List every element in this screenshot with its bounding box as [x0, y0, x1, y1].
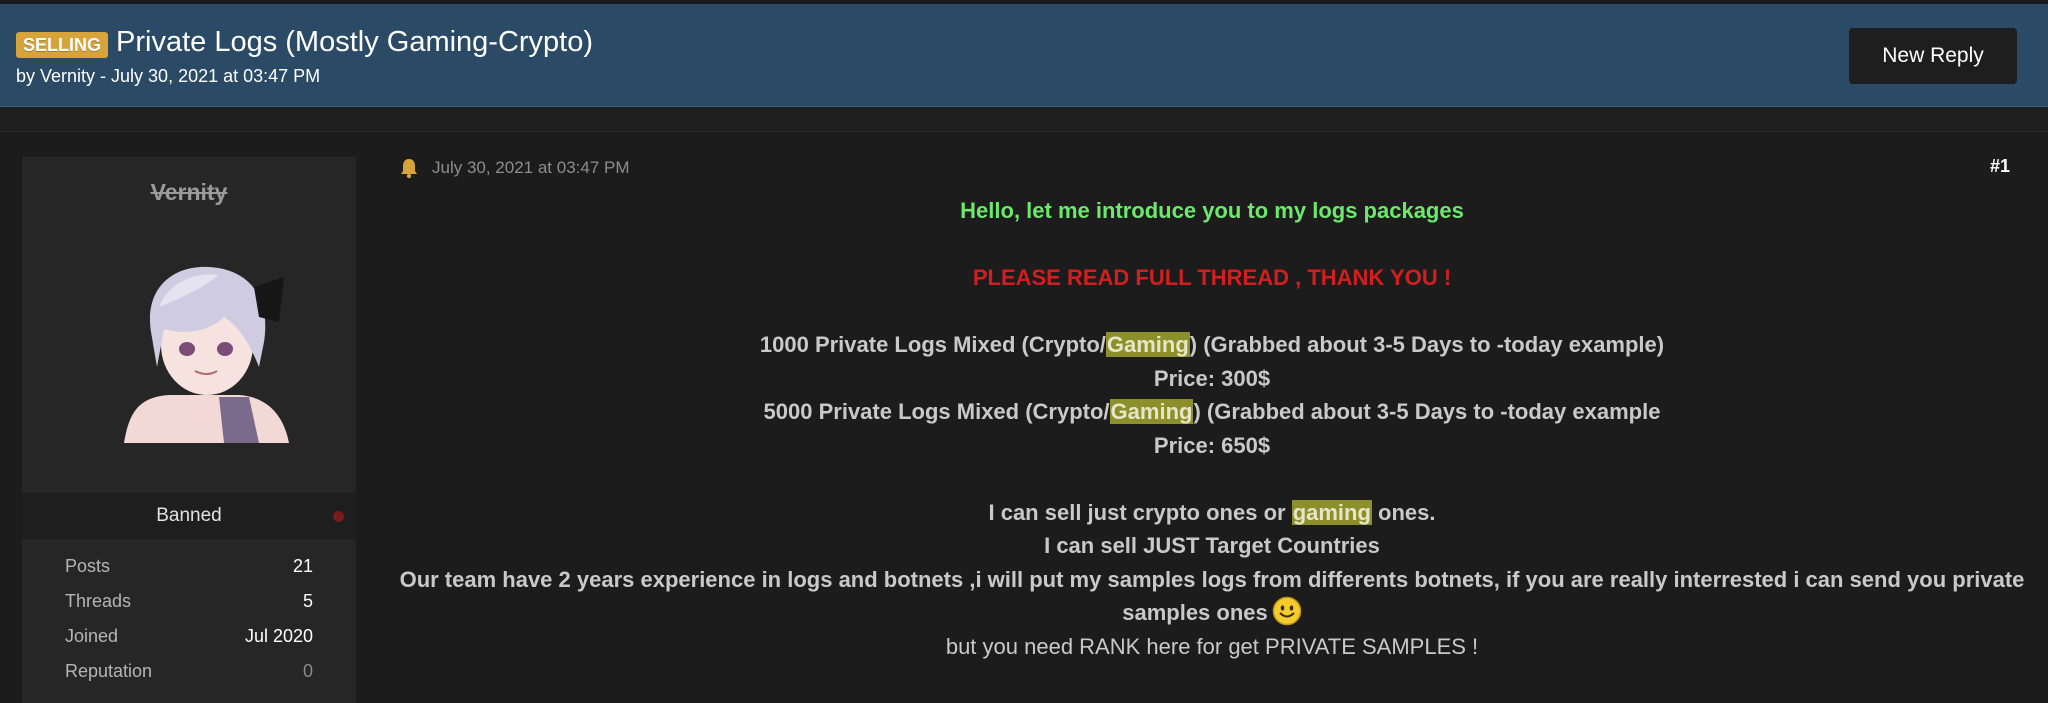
thread-header: SELLING Private Logs (Mostly Gaming-Cryp… — [0, 4, 2048, 107]
user-panel: Vernity Banned Posts 21 Threads 5 Joined… — [22, 157, 356, 703]
pkg2-text-b: ) (Grabbed about 3-5 Days to -today exam… — [1193, 399, 1661, 424]
rank-bar: Banned — [22, 493, 356, 539]
selling-prefix-badge: SELLING — [16, 32, 109, 58]
post-body: Hello, let me introduce you to my logs p… — [398, 194, 2026, 663]
stat-posts: Posts 21 — [22, 549, 356, 584]
stat-label: Reputation — [65, 661, 153, 681]
post-number[interactable]: #1 — [1990, 156, 2010, 177]
search-highlight: gaming — [1291, 499, 1372, 525]
user-stats: Posts 21 Threads 5 Joined Jul 2020 Reput… — [22, 549, 356, 689]
stat-value: Jul 2020 — [244, 626, 313, 646]
divider — [0, 107, 2048, 132]
sell-text-a: I can sell just crypto ones or — [988, 499, 1292, 525]
stat-label: Threads — [65, 591, 132, 611]
avatar[interactable] — [99, 247, 311, 443]
pkg1-text-a: 1000 Private Logs Mixed (Crypto/ — [759, 332, 1106, 357]
stat-joined: Joined Jul 2020 — [22, 619, 356, 654]
username[interactable]: Vernity — [22, 179, 356, 206]
stat-value: 5 — [302, 591, 313, 611]
status-dot — [333, 511, 344, 522]
stat-reputation: Reputation 0 — [22, 654, 356, 689]
package-1-line: 1000 Private Logs Mixed (Crypto/Gaming) … — [398, 328, 2026, 362]
thread-title: Private Logs (Mostly Gaming-Crypto) — [116, 26, 594, 58]
pkg2-text-a: 5000 Private Logs Mixed (Crypto/ — [763, 399, 1110, 424]
sell-text-b: ones. — [1371, 499, 1436, 525]
post-date[interactable]: July 30, 2021 at 03:47 PM — [432, 158, 630, 178]
price-2-line: Price: 650$ — [1153, 432, 1271, 458]
smiley-icon — [1272, 596, 1301, 626]
stat-label: Posts — [65, 556, 111, 576]
stat-value: 21 — [292, 556, 313, 576]
team-text: Our team have 2 years experience in logs… — [399, 566, 2025, 626]
thread-meta: by Vernity - July 30, 2021 at 03:47 PM — [16, 66, 321, 86]
stat-threads: Threads 5 — [22, 584, 356, 619]
warning-line: PLEASE READ FULL THREAD , THANK YOU ! — [972, 265, 1452, 290]
rank-line: but you need RANK here for get PRIVATE S… — [945, 633, 1479, 659]
search-highlight: Gaming — [1105, 332, 1190, 357]
search-highlight: Gaming — [1109, 399, 1194, 424]
user-rank: Banned — [156, 505, 222, 526]
target-line: I can sell JUST Target Countries — [1044, 533, 1380, 558]
stat-value: 0 — [302, 661, 313, 681]
bell-icon — [401, 159, 417, 179]
sell-line: I can sell just crypto ones or gaming on… — [398, 496, 2026, 530]
stat-label: Joined — [65, 626, 119, 646]
new-reply-button[interactable]: New Reply — [1849, 28, 2017, 84]
team-line: Our team have 2 years experience in logs… — [398, 563, 2026, 630]
intro-line: Hello, let me introduce you to my logs p… — [960, 198, 1464, 223]
price-1-line: Price: 300$ — [1153, 365, 1271, 391]
pkg1-text-b: ) (Grabbed about 3-5 Days to -today exam… — [1189, 332, 1665, 357]
package-2-line: 5000 Private Logs Mixed (Crypto/Gaming) … — [398, 395, 2026, 429]
